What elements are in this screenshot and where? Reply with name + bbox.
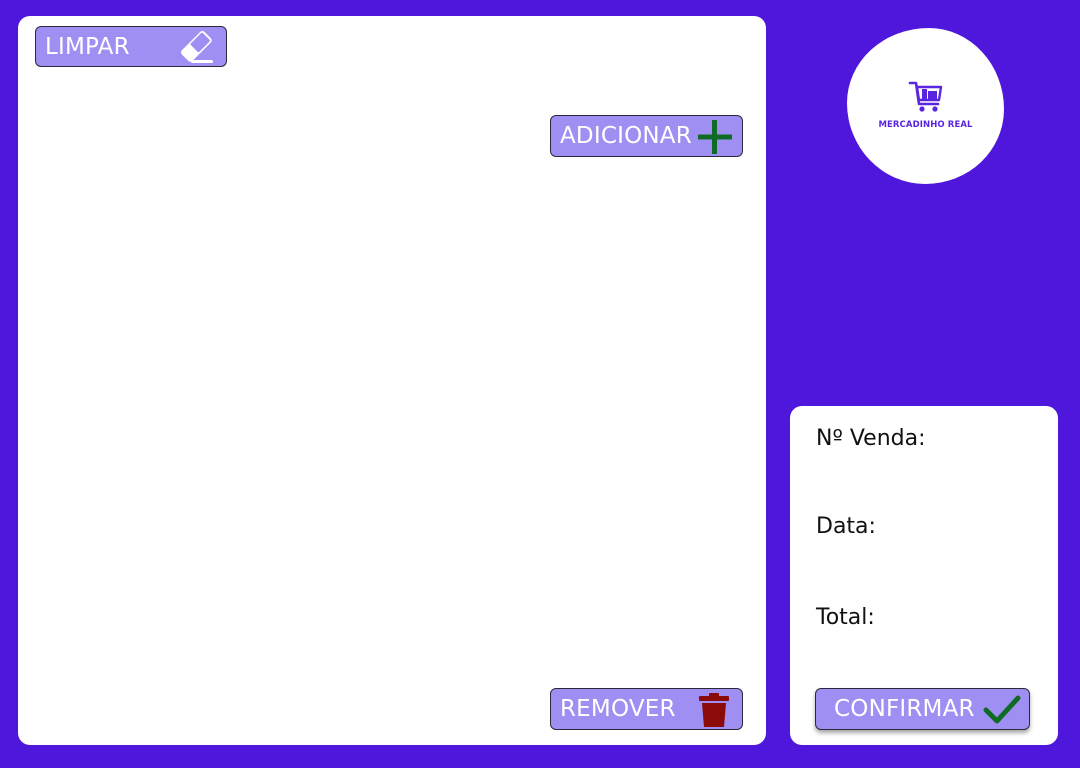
sale-number-label: Nº Venda:	[816, 426, 926, 451]
clear-button-label: LIMPAR	[45, 33, 130, 60]
clear-button[interactable]: LIMPAR	[35, 26, 227, 67]
sale-total-label: Total:	[816, 605, 875, 630]
confirm-button-label: CONFIRMAR	[834, 696, 975, 722]
store-name: MERCADINHO REAL	[878, 120, 973, 130]
remove-button-label: REMOVER	[560, 696, 676, 722]
add-item-button[interactable]: ADICIONAR	[550, 115, 743, 157]
add-button-label: ADICIONAR	[560, 123, 692, 149]
trash-icon	[696, 692, 732, 728]
remove-item-button[interactable]: REMOVER	[550, 688, 743, 730]
confirm-sale-button[interactable]: CONFIRMAR	[815, 688, 1030, 730]
plus-icon	[696, 118, 734, 156]
sale-date-label: Data:	[816, 514, 876, 539]
checkmark-icon	[983, 692, 1021, 728]
eraser-icon	[174, 29, 218, 65]
store-logo: MERCADINHO REAL	[847, 28, 1004, 184]
shopping-cart-icon	[908, 80, 944, 114]
